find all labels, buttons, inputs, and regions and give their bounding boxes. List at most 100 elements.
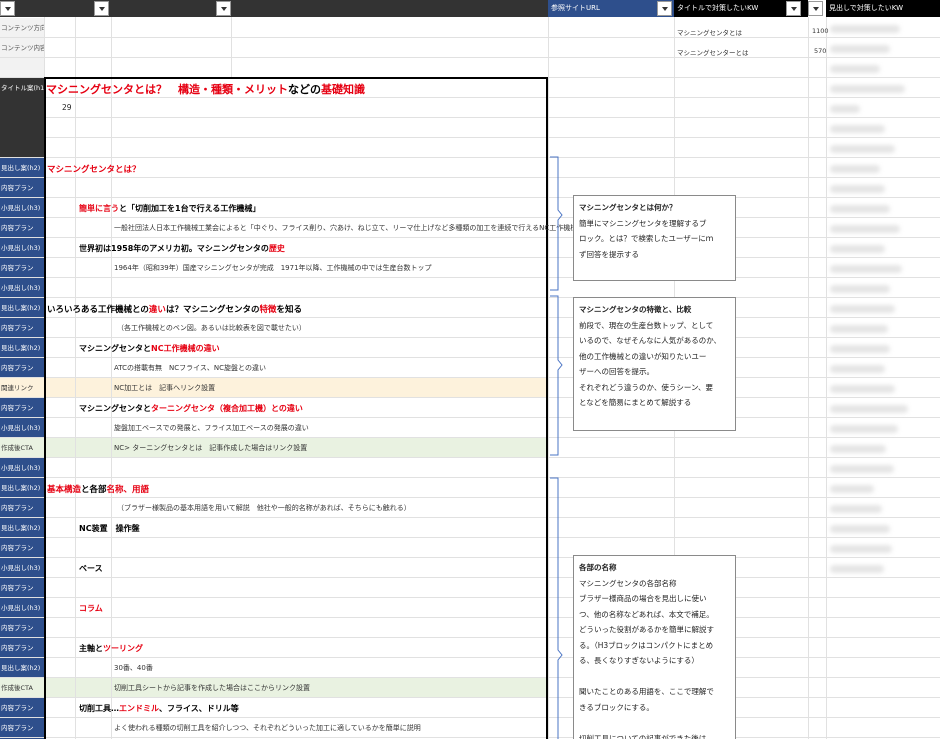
note-2-line: となどを簡易にまとめて解説する (579, 398, 692, 407)
filter-dropdown-col3[interactable] (94, 1, 109, 16)
note-box-parts: 各部の名称 マシニングセンタの各部名称 ブラザー様商品の場合を見出しに使い つ、… (573, 555, 736, 739)
note-box-what-is: マシニングセンタとは何か？ 簡単にマシニングセンタを理解するブ ロック。とは？で… (573, 195, 736, 281)
row-label-plan: 内容プラン (1, 264, 34, 272)
filter-dropdown-kw-volume[interactable] (808, 1, 823, 16)
row-label-plan: 内容プラン (1, 584, 34, 592)
note-2-line: 他の工作機械との違いが知りたいユー (579, 351, 707, 361)
plan-terms: （ブラザー様製品の基本用語を用いて解説 他社や一般的名称があれば、そちらにも触れ… (117, 504, 411, 512)
note-2-line: ザーへの回答を提示。 (579, 367, 654, 376)
row-label-plan: 内容プラン (1, 544, 34, 552)
note-3-line: る。（H3ブロックはコンパクトにまとめ (579, 640, 714, 650)
h2-structure: 基本構造と各部名称、用語 (47, 485, 150, 495)
row-label-related: 関連リンク (1, 384, 34, 392)
plan-history: 1964年（昭和39年）国産マシニングセンタが完成 1971年以降、工作機械の中… (114, 264, 432, 272)
h3-simply-put: 簡単に言うと「切削加工を1台で行える工作機械」 (79, 204, 261, 213)
row-label-h2: 見出し案(h2) (1, 524, 41, 532)
spreadsheet: 参照サイトURL タイトルで対策したいKW 見出しで対策したいKW コンテンツ方… (0, 0, 940, 739)
filter-dropdown-ref-url[interactable] (657, 1, 672, 16)
header-title-kw-label: タイトルで対策したいKW (677, 4, 759, 12)
row-label-h2: 見出し案(h2) (1, 304, 41, 312)
row-label-plan: 内容プラン (1, 404, 34, 412)
plan-tools: よく使われる種類の切削工具を紹介しつつ、それぞれどういった加工に適しているかを簡… (114, 724, 421, 732)
plan-turning: 旋盤加工ベースでの発展と、フライス加工ベースの発展の違い (114, 424, 309, 432)
h3-tools: 切削工具…エンドミル、フライス、ドリル等 (79, 704, 239, 713)
row-label-h2: 見出し案(h2) (1, 344, 41, 352)
h3-base: ベース (79, 564, 103, 573)
title-part-2: 構造・種類・メリット (178, 83, 288, 96)
row-label-cta: 作成後CTA (1, 444, 33, 452)
plan-atc: ATCの搭載有無 NCフライス、NC旋盤との違い (114, 364, 266, 372)
h3-vs-turning: マシニングセンタとターニングセンタ（複合加工機）との違い (79, 404, 303, 413)
row-label-content: コンテンツ内容 (1, 44, 44, 52)
note-1-title: マシニングセンタとは何か？ (579, 203, 677, 212)
plan-venn: （各工作機械とのベン図。あるいは比較表を図で載せたい） (117, 324, 306, 332)
row-label-plan: 内容プラン (1, 724, 34, 732)
note-box-features: マシニングセンタの特徴と、比較 前段で、現在の生産台数トップ、として いるので、… (573, 297, 736, 431)
h3-history: 世界初は1958年のアメリカ初。マシニングセンタの歴史 (79, 244, 285, 253)
header-heading-kw-label: 見出しで対策したいKW (829, 4, 904, 12)
row-label-h3: 小見出し(h3) (1, 604, 41, 612)
row-label-h3: 小見出し(h3) (1, 424, 41, 432)
row-label-title: タイトル案(h1) (1, 84, 44, 92)
row-label-direction: コンテンツ方向性 (1, 24, 44, 32)
header-bar-left (0, 0, 548, 17)
row-label-h2: 見出し案(h2) (1, 484, 41, 492)
title-kw-1-volume: 1100 (812, 27, 829, 35)
note-2-line: 前段で、現在の生産台数トップ、として (579, 320, 714, 330)
title-kw-2-volume: 570 (814, 47, 827, 55)
cta-tools[interactable]: 切削工具シートから記事を作成した場合はここからリンク設置 (114, 683, 310, 693)
h3-vs-nc: マシニングセンタとNC工作機械の違い (79, 344, 220, 353)
row-label-plan: 内容プラン (1, 364, 34, 372)
note-3-line: る、長くなりすぎないようにする） (579, 656, 699, 665)
row-label-plan: 内容プラン (1, 644, 34, 652)
note-3-line: 切削工具についての記事ができた後は (579, 733, 707, 739)
row-label-h2: 見出し案(h2) (1, 164, 41, 172)
note-2-title: マシニングセンタの特徴と、比較 (579, 305, 692, 314)
note-1-line: ず回答を提示する (579, 249, 639, 259)
title-part-3: などの (288, 83, 321, 96)
filter-dropdown-col4[interactable] (216, 1, 231, 16)
row-label-cta: 作成後CTA (1, 684, 33, 692)
filter-dropdown-col1[interactable] (0, 1, 15, 16)
plan-definition: 一般社団法人日本工作機械工業会によると「中ぐり、フライス削り、穴あけ、ねじ立て、… (114, 224, 585, 232)
page-title-h1: マシニングセンタとは？ 構造・種類・メリットなどの基礎知識 (46, 81, 365, 97)
title-kw-2: マシニングセンターとは (677, 49, 749, 57)
row-label-h3: 小見出し(h3) (1, 284, 41, 292)
header-heading-kw: 見出しで対策したいKW (826, 0, 940, 17)
note-3-blank-line (579, 669, 730, 685)
row-label-plan: 内容プラン (1, 704, 34, 712)
title-part-1: マシニングセンタとは？ (46, 83, 167, 96)
note-2-line: それぞれどう違うのか、使うシーン、要 (579, 382, 714, 392)
related-link-nc[interactable]: NC加工とは 記事へリンク設置 (114, 383, 215, 393)
row-label-plan: 内容プラン (1, 184, 34, 192)
title-part-4: 基礎知識 (321, 83, 365, 96)
header-ref-url-label: 参照サイトURL (551, 4, 600, 12)
note-3-line: マシニングセンタの各部名称 (579, 578, 677, 588)
row-label-h3: 小見出し(h3) (1, 244, 41, 252)
row-label-plan: 内容プラン (1, 624, 34, 632)
cta-turning[interactable]: NC> ターニングセンタとは 記事作成した場合はリンク設置 (114, 443, 307, 453)
note-1-line: ロック。とは？で検索したユーザーにｍ (579, 234, 714, 243)
row-label-plan: 内容プラン (1, 324, 34, 332)
filter-dropdown-title-kw[interactable] (786, 1, 801, 16)
row-label-h3: 小見出し(h3) (1, 564, 41, 572)
header-ref-url: 参照サイトURL (548, 0, 674, 17)
h3-column: コラム (79, 604, 103, 613)
h2-differences: いろいろある工作機械との違いは？マシニングセンタの特徴を知る (47, 305, 302, 315)
plan-spindle: 30番、40番 (114, 664, 153, 672)
note-3-line: きるブロックにする。 (579, 702, 654, 712)
note-3-line: どういった役割があるかを簡単に解説す (579, 625, 714, 634)
note-3-line: 聞いたことのある用語を、ここで理解で (579, 687, 714, 696)
row-label-plan: 内容プラン (1, 504, 34, 512)
note-1-line: 簡単にマシニングセンタを理解するブ (579, 218, 707, 228)
h3-spindle: 主軸とツーリング (79, 644, 143, 653)
h3-nc-device: NC装置 操作盤 (79, 524, 140, 533)
title-kw-1: マシニングセンタとは (677, 29, 742, 37)
row-label-h3: 小見出し(h3) (1, 204, 41, 212)
note-3-blank-line (579, 715, 730, 731)
note-3-title: 各部の名称 (579, 563, 617, 572)
h2-what-is-mc: マシニングセンタとは？ (47, 165, 141, 175)
title-char-count: 29 (62, 103, 72, 112)
row-label-h2: 見出し案(h2) (1, 664, 41, 672)
note-3-line: ブラザー様商品の場合を見出しに使い (579, 594, 707, 603)
